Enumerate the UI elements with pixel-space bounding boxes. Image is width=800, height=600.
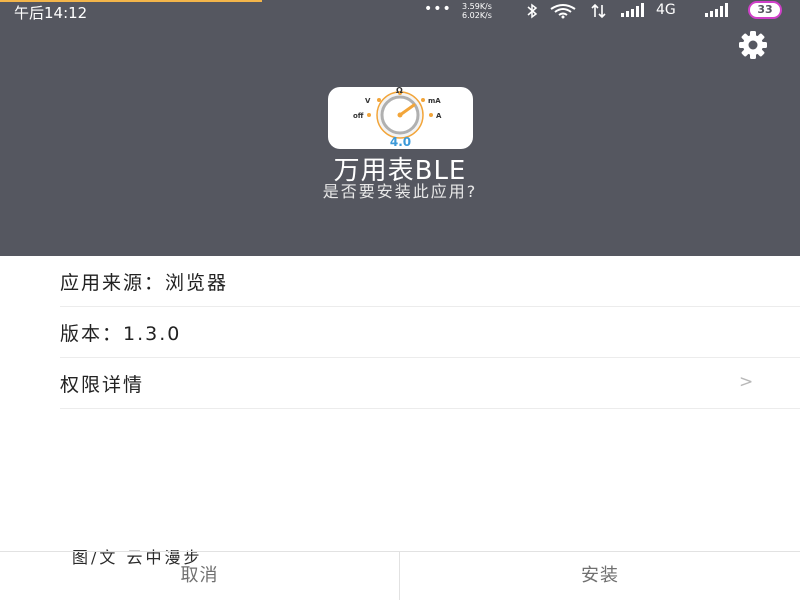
signal-icon-sim1 (621, 3, 644, 17)
signal-icon-sim2 (705, 3, 728, 17)
battery-indicator: 33 (748, 1, 782, 19)
icon-label-a: A (436, 112, 442, 120)
status-time: 午后14:12 (14, 4, 88, 22)
bluetooth-icon (527, 3, 538, 19)
cancel-button[interactable]: 取消 (0, 552, 399, 600)
install-header: 午后14:12 ••• 3.59K/s 6.02K/s 4G 33 off V … (0, 0, 800, 256)
version-text: 版本：1.3.0 (60, 323, 182, 345)
icon-label-v: V (365, 97, 371, 105)
network-speed: 3.59K/s 6.02K/s (462, 2, 492, 20)
app-icon: off V Ω mA A 4.0 (328, 87, 473, 149)
permissions-row[interactable]: 权限详情 > (60, 358, 800, 409)
version-row: 版本：1.3.0 (60, 307, 800, 358)
status-bar: 午后14:12 ••• 3.59K/s 6.02K/s 4G 33 (0, 0, 800, 22)
icon-label-ohm: Ω (396, 87, 403, 95)
bottom-action-bar: 取消 安装 (0, 551, 800, 600)
wifi-icon (550, 4, 576, 19)
gear-icon[interactable] (736, 28, 770, 62)
permissions-text: 权限详情 (60, 374, 145, 396)
install-button[interactable]: 安装 (400, 552, 800, 600)
app-icon-version: 4.0 (389, 135, 412, 149)
network-type: 4G (656, 2, 676, 18)
source-text: 应用来源：浏览器 (60, 272, 229, 294)
source-row: 应用来源：浏览器 (60, 256, 800, 307)
icon-label-ma: mA (428, 97, 441, 105)
notification-dots: ••• (424, 1, 452, 17)
data-transfer-icon (591, 3, 606, 19)
install-prompt: 是否要安装此应用? (322, 182, 478, 201)
download-speed: 6.02K/s (462, 11, 492, 20)
chevron-right-icon: > (739, 372, 754, 392)
upload-speed: 3.59K/s (462, 2, 492, 11)
icon-label-off: off (353, 112, 364, 120)
